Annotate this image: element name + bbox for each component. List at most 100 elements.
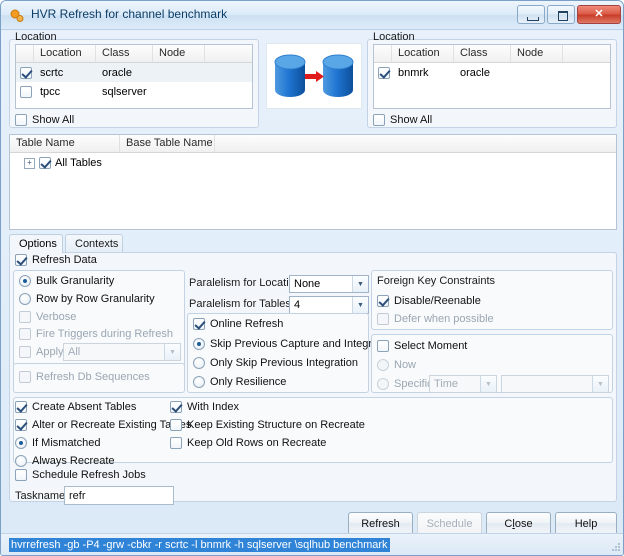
verbose-option[interactable]: Verbose (19, 311, 76, 323)
verbose-label: Verbose (36, 311, 77, 323)
create-absent-tables-option[interactable]: Create Absent Tables (15, 401, 136, 413)
chevron-down-icon: ▼ (164, 344, 180, 360)
tables-col-table-name: Table Name (10, 135, 120, 152)
keep-existing-structure-option[interactable]: Keep Existing Structure on Recreate (170, 419, 365, 431)
window-controls: ✕ (517, 5, 621, 24)
parallelism-tables-label: Paralelism for Tables (189, 298, 291, 310)
checkbox-icon (20, 66, 32, 79)
checkbox-icon (193, 318, 205, 330)
close-button-label: Close (504, 517, 533, 530)
refresh-button[interactable]: Refresh (348, 512, 413, 535)
bulk-granularity-option[interactable]: Bulk Granularity (19, 275, 114, 287)
parallelism-locations-select[interactable]: None ▼ (289, 275, 369, 293)
source-row-0-class: oracle (102, 66, 132, 79)
tab-options[interactable]: Options (9, 234, 63, 253)
disable-reenable-option[interactable]: Disable/Reenable (377, 295, 481, 307)
if-mismatched-option[interactable]: If Mismatched (15, 437, 100, 449)
help-button[interactable]: Help (555, 512, 617, 535)
keep-old-rows-option[interactable]: Keep Old Rows on Recreate (170, 437, 326, 449)
moment-specific-option[interactable]: Specific (377, 378, 433, 390)
target-col-location: Location (392, 45, 454, 62)
disable-reenable-label: Disable/Reenable (394, 295, 481, 307)
tables-col-filler (215, 135, 616, 152)
tree-expander-icon[interactable]: + (24, 157, 35, 169)
skip-capture-integration-option[interactable]: Skip Previous Capture and Integration (193, 338, 396, 350)
checkbox-icon (15, 419, 27, 431)
apply-option[interactable]: Apply (19, 346, 64, 358)
target-col-class: Class (454, 45, 511, 62)
checkbox-icon (15, 469, 27, 481)
keep-old-rows-label: Keep Old Rows on Recreate (187, 437, 327, 449)
checkbox-icon (378, 66, 390, 79)
source-grid-header: Location Class Node (16, 45, 252, 63)
tab-contexts[interactable]: Contexts (65, 234, 123, 253)
close-dialog-button[interactable]: Close (486, 512, 551, 535)
database-to-database-arrow-icon (274, 54, 354, 97)
tab-options-label: Options (19, 238, 57, 250)
schedule-refresh-jobs-option[interactable]: Schedule Refresh Jobs (15, 469, 146, 481)
source-row-1-class: sqlserver (102, 85, 147, 98)
create-absent-tables-label: Create Absent Tables (32, 401, 137, 413)
maximize-button[interactable] (547, 5, 575, 24)
alter-or-recreate-label: Alter or Recreate Existing Tables (32, 419, 192, 431)
transfer-illustration-panel (266, 43, 362, 109)
list-item[interactable]: + All Tables (10, 153, 616, 173)
resize-grip-icon[interactable] (610, 541, 622, 553)
title-bar: HVR Refresh for channel benchmark ✕ (1, 1, 623, 30)
fire-triggers-option[interactable]: Fire Triggers during Refresh (19, 328, 173, 340)
table-row[interactable]: scrtc oracle (16, 63, 252, 82)
radio-icon (193, 357, 205, 369)
apply-label: Apply (36, 346, 64, 358)
radio-icon (377, 359, 389, 371)
source-location-grid[interactable]: Location Class Node scrtc oracle tpcc sq… (15, 44, 253, 109)
source-row-0-checkbox[interactable] (16, 66, 34, 79)
parallelism-tables-value: 4 (294, 299, 301, 311)
table-row[interactable]: tpcc sqlserver (16, 82, 252, 101)
only-resilience-option[interactable]: Only Resilience (193, 376, 286, 388)
defer-when-possible-option[interactable]: Defer when possible (377, 313, 494, 325)
refresh-data-label: Refresh Data (32, 254, 97, 266)
target-show-all-option[interactable]: Show All (373, 114, 432, 126)
select-moment-option[interactable]: Select Moment (377, 340, 467, 352)
parallelism-tables-select[interactable]: 4 ▼ (289, 296, 369, 314)
with-index-option[interactable]: With Index (170, 401, 239, 413)
taskname-input[interactable]: refr (64, 486, 174, 505)
source-col-location: Location (34, 45, 96, 62)
table-row[interactable]: bnmrk oracle (374, 63, 610, 82)
only-skip-integration-option[interactable]: Only Skip Previous Integration (193, 357, 358, 369)
maximize-icon (558, 11, 568, 21)
source-col-filler (205, 45, 252, 62)
online-refresh-option[interactable]: Online Refresh (193, 318, 283, 330)
source-row-1-checkbox[interactable] (16, 85, 34, 98)
radio-icon (15, 455, 27, 467)
status-command-text[interactable]: hvrrefresh -gb -P4 -grw -cbkr -r scrtc -… (9, 538, 390, 552)
refresh-db-sequences-option[interactable]: Refresh Db Sequences (19, 371, 150, 383)
refresh-button-label: Refresh (361, 517, 400, 530)
tables-grid[interactable]: Table Name Base Table Name + All Tables (9, 134, 617, 230)
always-recreate-option[interactable]: Always Recreate (15, 455, 115, 467)
moment-value-select[interactable]: ▼ (501, 375, 609, 393)
only-skip-integration-label: Only Skip Previous Integration (210, 357, 358, 369)
target-row-0-class: oracle (460, 66, 490, 79)
target-show-all-label: Show All (390, 114, 433, 126)
moment-type-select[interactable]: Time ▼ (429, 375, 497, 393)
checkbox-icon (19, 371, 31, 383)
alter-or-recreate-option[interactable]: Alter or Recreate Existing Tables (15, 419, 191, 431)
target-location-grid[interactable]: Location Class Node bnmrk oracle (373, 44, 611, 109)
schedule-button[interactable]: Schedule (417, 512, 482, 535)
row-by-row-granularity-option[interactable]: Row by Row Granularity (19, 293, 155, 305)
apply-select[interactable]: All ▼ (63, 343, 181, 361)
refresh-data-option[interactable]: Refresh Data (15, 254, 97, 266)
tables-grid-header: Table Name Base Table Name (10, 135, 616, 153)
target-grid-header: Location Class Node (374, 45, 610, 63)
if-mismatched-label: If Mismatched (32, 437, 101, 449)
checkbox-icon[interactable] (39, 157, 51, 169)
checkbox-icon (170, 437, 182, 449)
moment-now-label: Now (394, 359, 417, 371)
chevron-down-icon: ▼ (592, 376, 608, 392)
source-show-all-option[interactable]: Show All (15, 114, 74, 126)
target-row-0-checkbox[interactable] (374, 66, 392, 79)
close-button[interactable]: ✕ (577, 5, 621, 24)
moment-now-option[interactable]: Now (377, 359, 416, 371)
minimize-button[interactable] (517, 5, 545, 24)
